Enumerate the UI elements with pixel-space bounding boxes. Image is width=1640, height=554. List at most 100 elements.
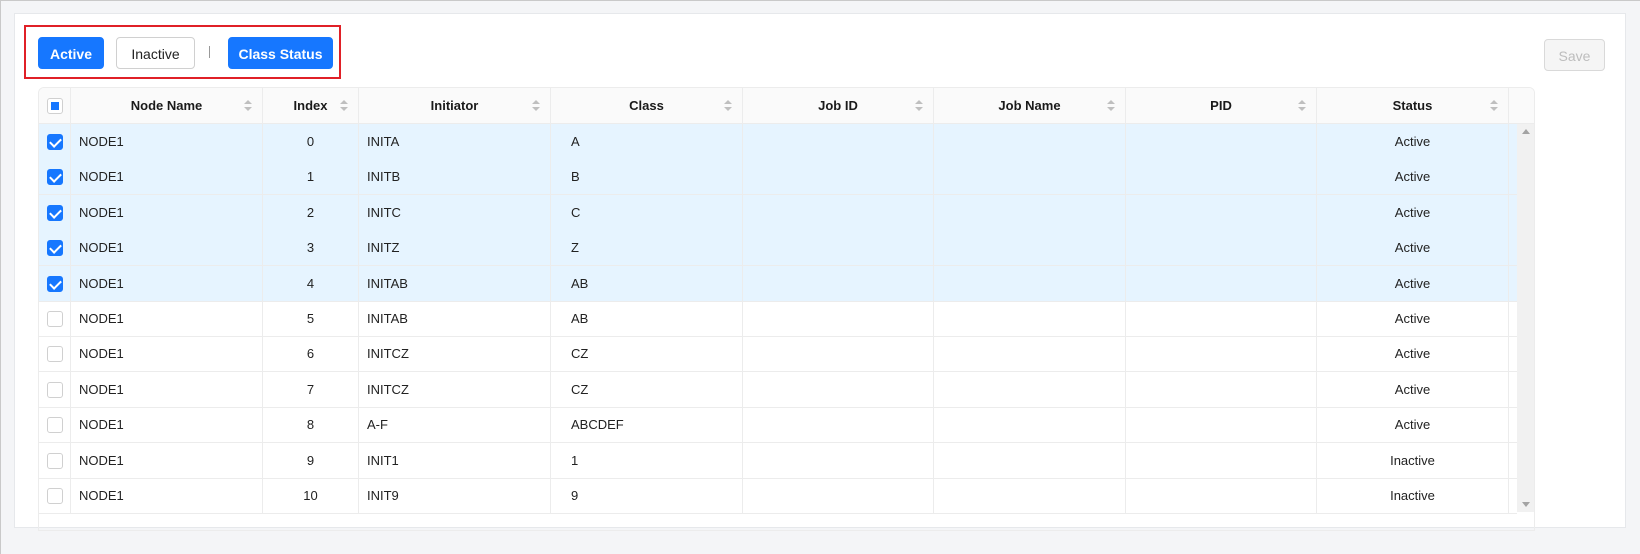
cell-class: B: [551, 159, 743, 195]
table-row[interactable]: NODE1 8 A-F ABCDEF Active: [39, 407, 1517, 444]
window-border-top: [0, 0, 1640, 1]
cell-class: CZ: [551, 336, 743, 372]
save-button[interactable]: Save: [1544, 39, 1605, 71]
cell-job-name: [934, 265, 1126, 301]
table-row[interactable]: NODE1 3 INITZ Z Active: [39, 230, 1517, 267]
cell-index: 1: [263, 159, 359, 195]
select-all-checkbox[interactable]: [47, 98, 63, 114]
header-label: Status: [1392, 98, 1433, 113]
cell-status: Active: [1317, 265, 1509, 301]
cell-node-name: NODE1: [71, 230, 263, 266]
sort-icon[interactable]: [244, 100, 252, 112]
scroll-down-arrow-icon[interactable]: [1522, 502, 1530, 507]
cell-node-name: NODE1: [71, 336, 263, 372]
cell-initiator: INITAB: [359, 301, 551, 336]
row-checkbox[interactable]: [47, 204, 63, 221]
cell-node-name: NODE1: [71, 407, 263, 443]
header-pid[interactable]: PID: [1126, 88, 1317, 123]
cell-initiator: INITCZ: [359, 336, 551, 372]
cell-status: Active: [1317, 371, 1509, 407]
table-row[interactable]: NODE1 1 INITB B Active: [39, 159, 1517, 196]
table-row[interactable]: NODE1 0 INITA A Active: [39, 124, 1517, 160]
cell-status: Active: [1317, 230, 1509, 266]
header-job-id[interactable]: Job ID: [743, 88, 934, 123]
table-row[interactable]: NODE1 9 INIT1 1 Inactive: [39, 442, 1517, 479]
header-class[interactable]: Class: [551, 88, 743, 123]
inactive-button[interactable]: Inactive: [116, 37, 195, 69]
row-checkbox[interactable]: [47, 134, 63, 150]
cell-status: Active: [1317, 301, 1509, 336]
row-checkbox[interactable]: [47, 275, 63, 292]
row-checkbox[interactable]: [47, 488, 63, 504]
cell-initiator: INITC: [359, 194, 551, 230]
table-row[interactable]: NODE1 6 INITCZ CZ Active: [39, 336, 1517, 373]
cell-status: Active: [1317, 407, 1509, 443]
row-select-cell: [39, 124, 71, 159]
cell-job-id: [743, 478, 934, 513]
cell-index: 8: [263, 407, 359, 443]
sort-icon[interactable]: [1298, 100, 1306, 112]
cell-node-name: NODE1: [71, 194, 263, 230]
class-status-button[interactable]: Class Status: [228, 37, 333, 69]
sort-icon[interactable]: [1107, 100, 1115, 112]
cell-job-name: [934, 230, 1126, 266]
table-row[interactable]: NODE1 10 INIT9 9 Inactive: [39, 478, 1517, 514]
cell-job-id: [743, 371, 934, 407]
row-select-cell: [39, 371, 71, 407]
cell-pid: [1126, 301, 1317, 336]
header-label: Class: [629, 98, 664, 113]
row-checkbox[interactable]: [47, 311, 63, 327]
row-checkbox[interactable]: [47, 169, 63, 186]
table-row[interactable]: NODE1 5 INITAB AB Active: [39, 301, 1517, 337]
header-node-name[interactable]: Node Name: [71, 88, 263, 123]
cell-index: 10: [263, 478, 359, 513]
initiator-table: Node Name Index Initiator Class Job ID J…: [38, 87, 1535, 531]
cell-index: 7: [263, 371, 359, 407]
sort-icon[interactable]: [915, 100, 923, 112]
row-checkbox[interactable]: [47, 417, 63, 434]
row-checkbox[interactable]: [47, 346, 63, 363]
active-button[interactable]: Active: [38, 37, 104, 69]
cell-job-id: [743, 124, 934, 159]
table-row[interactable]: NODE1 2 INITC C Active: [39, 194, 1517, 231]
header-label: Node Name: [130, 98, 203, 113]
cell-pid: [1126, 159, 1317, 195]
row-checkbox[interactable]: [47, 452, 63, 469]
cell-pid: [1126, 478, 1317, 513]
cell-job-id: [743, 442, 934, 478]
vertical-scrollbar[interactable]: [1517, 124, 1534, 512]
table-body: NODE1 0 INITA A Active NODE1 1 INITB B Active NODE…: [39, 124, 1534, 530]
cell-class: AB: [551, 301, 743, 336]
cell-class: C: [551, 194, 743, 230]
cell-job-name: [934, 159, 1126, 195]
row-select-cell: [39, 336, 71, 372]
header-select-all-cell: [39, 88, 71, 123]
cell-pid: [1126, 407, 1317, 443]
header-label: PID: [1210, 98, 1232, 113]
scroll-up-arrow-icon[interactable]: [1522, 129, 1530, 134]
header-job-name[interactable]: Job Name: [934, 88, 1126, 123]
header-index[interactable]: Index: [263, 88, 359, 123]
cell-status: Inactive: [1317, 442, 1509, 478]
table-row[interactable]: NODE1 7 INITCZ CZ Active: [39, 371, 1517, 408]
header-initiator[interactable]: Initiator: [359, 88, 551, 123]
row-checkbox[interactable]: [47, 240, 63, 257]
header-scroll-spacer: [1516, 88, 1534, 123]
row-select-cell: [39, 194, 71, 230]
sort-icon[interactable]: [532, 100, 540, 112]
cell-status: Inactive: [1317, 478, 1509, 513]
header-status[interactable]: Status: [1317, 88, 1509, 123]
cell-node-name: NODE1: [71, 159, 263, 195]
header-label: Initiator: [430, 98, 479, 113]
cell-job-name: [934, 442, 1126, 478]
sort-icon[interactable]: [724, 100, 732, 112]
row-checkbox[interactable]: [47, 381, 63, 398]
sort-icon[interactable]: [1490, 100, 1498, 112]
cell-job-name: [934, 194, 1126, 230]
cell-job-id: [743, 265, 934, 301]
cell-node-name: NODE1: [71, 265, 263, 301]
table-row[interactable]: NODE1 4 INITAB AB Active: [39, 265, 1517, 302]
sort-icon[interactable]: [340, 100, 348, 112]
header-label: Job ID: [818, 98, 858, 113]
cell-job-name: [934, 301, 1126, 336]
